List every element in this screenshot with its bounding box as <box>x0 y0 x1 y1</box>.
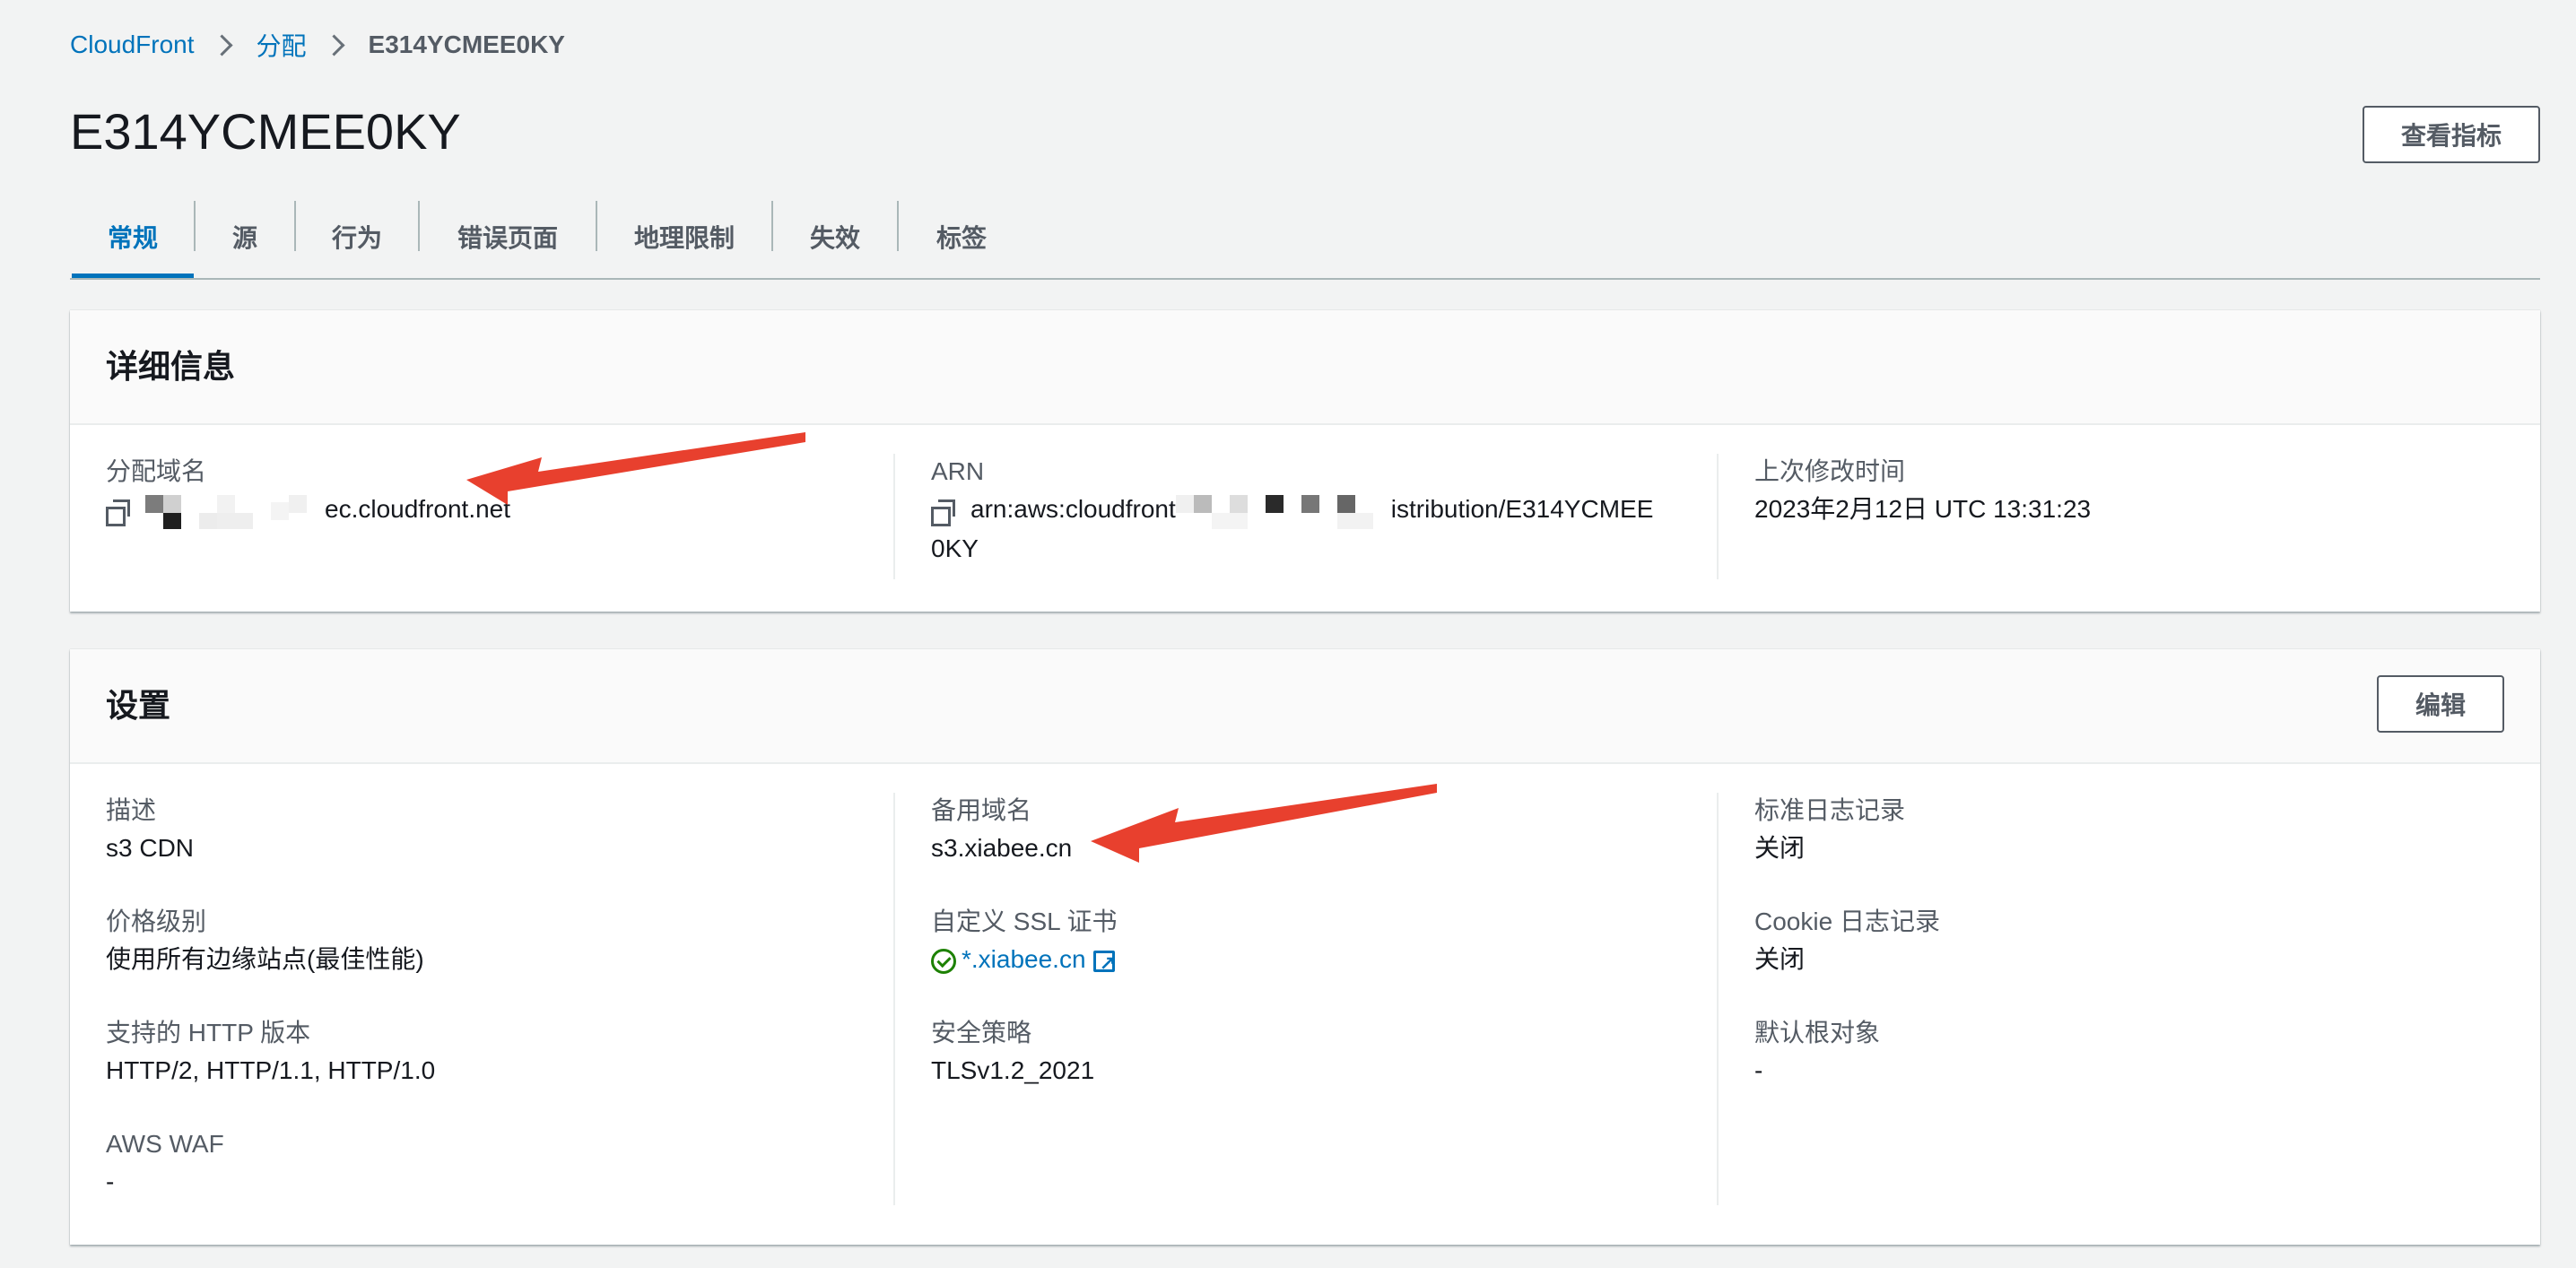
annotation-arrows <box>466 432 1437 863</box>
annotation-arrow <box>1091 784 1437 863</box>
annotation-arrow <box>466 432 805 505</box>
